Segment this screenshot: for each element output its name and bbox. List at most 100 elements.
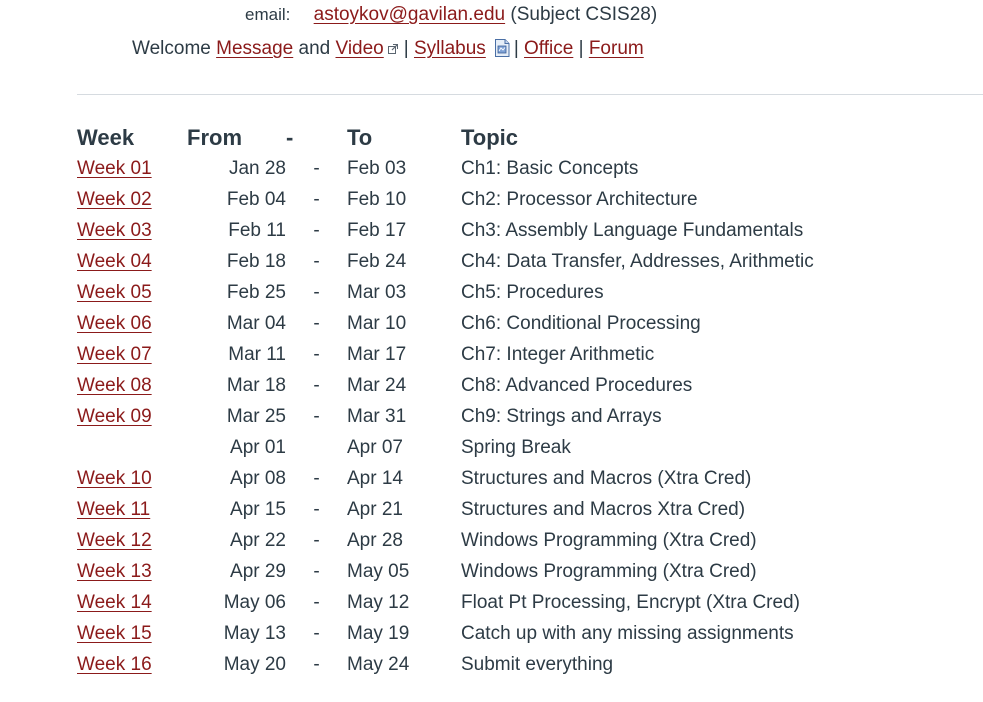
week-cell: Week 07 — [77, 339, 187, 370]
to-date-cell: Mar 03 — [347, 281, 407, 303]
to-date-cell: May 24 — [347, 653, 410, 675]
topic-cell: Ch1: Basic Concepts — [461, 157, 639, 179]
week-link[interactable]: Week 10 — [77, 468, 152, 489]
date-dash-cell: - — [313, 622, 320, 644]
email-subject: (Subject CSIS28) — [510, 4, 658, 25]
to-date-cell: Feb 17 — [347, 219, 407, 241]
separator: | — [513, 38, 519, 59]
welcome-row: Welcome Message and Video | Syllabus | Off… — [132, 38, 644, 60]
week-cell: Week 06 — [77, 308, 187, 339]
table-row: Week 06 Mar 04 - Mar 10 Ch6: Conditional Pro… — [77, 308, 814, 339]
from-date-cell: Feb 04 — [226, 188, 286, 210]
week-link[interactable]: Week 16 — [77, 654, 152, 675]
to-date-cell: Apr 07 — [347, 436, 403, 458]
date-dash-cell: - — [313, 560, 320, 582]
table-row: Week 07 Mar 11 - Mar 17 Ch7: Integer Arithme… — [77, 339, 814, 370]
week-link[interactable]: Week 01 — [77, 158, 152, 179]
to-date-cell: Mar 31 — [347, 405, 407, 427]
to-date-cell: Mar 10 — [347, 312, 407, 334]
document-icon[interactable] — [494, 39, 510, 57]
from-date-cell: May 13 — [223, 622, 286, 644]
table-row: Week 05 Feb 25 - Mar 03 Ch5: Procedures — [77, 277, 814, 308]
week-link[interactable]: Week 15 — [77, 623, 152, 644]
table-row: Apr 01 Apr 07 Spring Break — [77, 432, 814, 463]
to-date-cell: May 05 — [347, 560, 410, 582]
from-date-cell: Feb 18 — [226, 250, 286, 272]
syllabus-link[interactable]: Syllabus — [414, 38, 486, 59]
to-date-cell: Feb 24 — [347, 250, 407, 272]
week-link[interactable]: Week 06 — [77, 313, 152, 334]
table-row: Week 02 Feb 04 - Feb 10 Ch2: Processor Archi… — [77, 184, 814, 215]
week-cell: Week 16 — [77, 649, 187, 680]
from-date-cell: Apr 01 — [230, 436, 286, 458]
week-link[interactable]: Week 07 — [77, 344, 152, 365]
week-cell: Week 08 — [77, 370, 187, 401]
table-row: Week 14 May 06 - May 12 Float Pt Processing,… — [77, 587, 814, 618]
from-date-cell: Mar 25 — [226, 405, 286, 427]
topic-cell: Ch3: Assembly Language Fundamentals — [461, 219, 804, 241]
office-link[interactable]: Office — [524, 38, 573, 59]
week-link[interactable]: Week 02 — [77, 189, 152, 210]
date-dash-cell: - — [313, 405, 320, 427]
week-cell: Week 01 — [77, 153, 187, 184]
date-dash-cell: - — [313, 343, 320, 365]
week-cell: Week 15 — [77, 618, 187, 649]
topic-cell: Ch9: Strings and Arrays — [461, 405, 662, 427]
to-date-cell: Mar 17 — [347, 343, 407, 365]
table-row: Week 04 Feb 18 - Feb 24 Ch4: Data Transfer, … — [77, 246, 814, 277]
date-dash-cell: - — [313, 157, 320, 179]
topic-cell: Ch8: Advanced Procedures — [461, 374, 693, 396]
video-link[interactable]: Video — [336, 38, 384, 59]
column-header-to: To — [347, 124, 373, 150]
week-link[interactable]: Week 14 — [77, 592, 152, 613]
week-cell: Week 10 — [77, 463, 187, 494]
to-date-cell: Feb 03 — [347, 157, 407, 179]
week-cell: Week 12 — [77, 525, 187, 556]
week-cell: Week 05 — [77, 277, 187, 308]
separator: | — [403, 38, 409, 59]
message-link[interactable]: Message — [216, 38, 293, 59]
and-text: and — [298, 38, 331, 59]
week-cell: Week 13 — [77, 556, 187, 587]
week-link[interactable]: Week 09 — [77, 406, 152, 427]
week-cell: Week 11 — [77, 494, 187, 525]
from-date-cell: Feb 11 — [228, 219, 286, 241]
week-link[interactable]: Week 12 — [77, 530, 152, 551]
week-link[interactable]: Week 08 — [77, 375, 152, 396]
to-date-cell: Feb 10 — [347, 188, 407, 210]
from-date-cell: Mar 11 — [228, 343, 286, 365]
column-header-topic: Topic — [461, 124, 519, 150]
week-link[interactable]: Week 11 — [77, 499, 150, 520]
from-date-cell: Mar 04 — [226, 312, 286, 334]
date-dash-cell: - — [313, 219, 320, 241]
week-link[interactable]: Week 03 — [77, 220, 152, 241]
topic-cell: Float Pt Processing, Encrypt (Xtra Cred) — [461, 591, 800, 613]
week-cell: Week 04 — [77, 246, 187, 277]
topic-cell: Catch up with any missing assignments — [461, 622, 794, 644]
table-row: Week 01 Jan 28 - Feb 03 Ch1: Basic Concepts — [77, 153, 814, 184]
from-date-cell: Apr 15 — [230, 498, 286, 520]
column-header-from: From — [187, 124, 242, 150]
forum-link[interactable]: Forum — [589, 38, 644, 59]
table-row: Week 08 Mar 18 - Mar 24 Ch8: Advanced Proced… — [77, 370, 814, 401]
date-dash-cell: - — [313, 653, 320, 675]
week-link[interactable]: Week 13 — [77, 561, 152, 582]
week-cell: Week 02 — [77, 184, 187, 215]
date-dash-cell: - — [313, 498, 320, 520]
topic-cell: Spring Break — [461, 436, 571, 458]
from-date-cell: Apr 29 — [230, 560, 286, 582]
welcome-text: Welcome — [132, 38, 211, 59]
date-dash-cell: - — [313, 281, 320, 303]
from-date-cell: Mar 18 — [226, 374, 286, 396]
separator: | — [578, 38, 584, 59]
topic-cell: Ch2: Processor Architecture — [461, 188, 698, 210]
week-link[interactable]: Week 05 — [77, 282, 152, 303]
week-link[interactable]: Week 04 — [77, 251, 152, 272]
table-row: Week 11 Apr 15 - Apr 21 Structures and Macro… — [77, 494, 814, 525]
email-link[interactable]: astoykov@gavilan.edu — [314, 4, 505, 25]
from-date-cell: Feb 25 — [226, 281, 286, 303]
date-dash-cell — [286, 432, 347, 463]
topic-cell: Structures and Macros (Xtra Cred) — [461, 467, 752, 489]
to-date-cell: Apr 14 — [347, 467, 403, 489]
date-dash-cell: - — [313, 529, 320, 551]
